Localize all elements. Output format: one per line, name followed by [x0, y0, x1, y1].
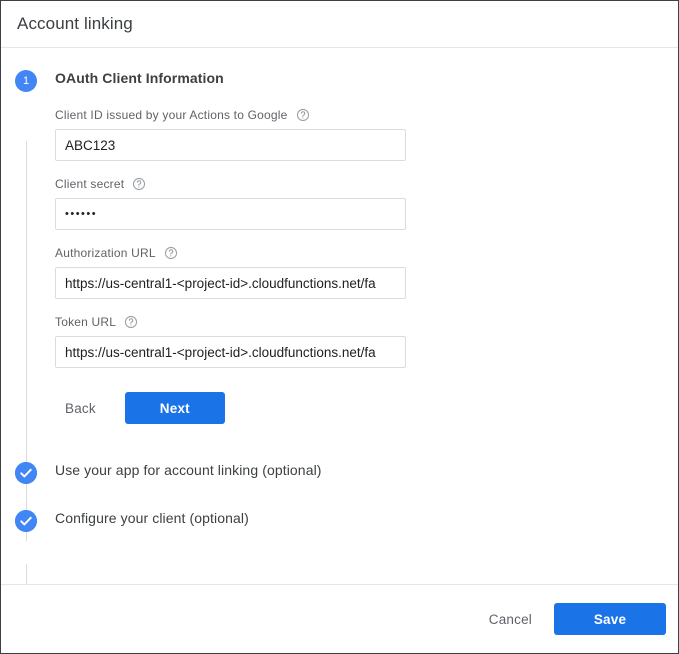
help-circle-icon[interactable]: [164, 246, 178, 260]
field-token-url: Token URL https://us-central1-<project-i…: [55, 315, 678, 368]
step-complete-check-icon: [15, 462, 37, 484]
next-button[interactable]: Next: [124, 392, 225, 424]
wizard-button-row: Back Next: [55, 392, 678, 424]
check-icon: [15, 462, 37, 484]
field-label-row: Client ID issued by your Actions to Goog…: [55, 108, 678, 122]
save-button[interactable]: Save: [554, 603, 666, 635]
field-client-secret: Client secret ••••••: [55, 177, 678, 230]
cancel-button[interactable]: Cancel: [483, 605, 538, 634]
dialog-body: 1 OAuth Client Information Client ID iss…: [1, 48, 678, 584]
field-label-row: Authorization URL: [55, 246, 678, 260]
dialog-footer: Cancel Save: [1, 584, 678, 653]
help-circle-icon[interactable]: [132, 177, 146, 191]
check-icon: [15, 510, 37, 532]
step-number-badge: 1: [15, 70, 37, 92]
step-heading: Configure your client (optional): [55, 510, 249, 526]
step-content: OAuth Client Information Client ID issue…: [51, 70, 678, 424]
step-content: Configure your client (optional): [51, 510, 678, 526]
help-circle-icon[interactable]: [296, 108, 310, 122]
stepper-step-use-your-app[interactable]: Use your app for account linking (option…: [1, 462, 678, 484]
step-complete-check-icon: [15, 510, 37, 532]
authorization-url-input[interactable]: https://us-central1-<project-id>.cloudfu…: [55, 267, 406, 299]
stepper-step-configure-your-client[interactable]: Configure your client (optional): [1, 510, 678, 532]
step-content: Use your app for account linking (option…: [51, 462, 678, 478]
dialog-header: Account linking: [1, 1, 678, 48]
step-rail: [1, 510, 51, 532]
next-button-wrap: Next: [124, 392, 225, 424]
client-id-input[interactable]: ABC123: [55, 129, 406, 161]
account-linking-dialog: Account linking 1 OAuth Client Informati…: [0, 0, 679, 654]
field-client-id: Client ID issued by your Actions to Goog…: [55, 108, 678, 161]
field-label: Client ID issued by your Actions to Goog…: [55, 108, 288, 122]
step-heading: Use your app for account linking (option…: [55, 462, 322, 478]
back-button[interactable]: Back: [55, 394, 106, 423]
stepper-connector-line: [26, 564, 27, 584]
step-rail: [1, 462, 51, 484]
field-label-row: Client secret: [55, 177, 678, 191]
field-label: Authorization URL: [55, 246, 156, 260]
page-title: Account linking: [17, 14, 133, 33]
token-url-input[interactable]: https://us-central1-<project-id>.cloudfu…: [55, 336, 406, 368]
field-label: Client secret: [55, 177, 125, 191]
client-secret-input[interactable]: ••••••: [55, 198, 406, 230]
step-heading: OAuth Client Information: [55, 70, 224, 86]
field-authorization-url: Authorization URL https://us-central1-<p…: [55, 246, 678, 299]
field-label: Token URL: [55, 315, 117, 329]
help-circle-icon[interactable]: [124, 315, 138, 329]
field-label-row: Token URL: [55, 315, 678, 329]
stepper-step-oauth-client-information[interactable]: 1 OAuth Client Information Client ID iss…: [1, 70, 678, 424]
step-rail: 1: [1, 70, 51, 92]
